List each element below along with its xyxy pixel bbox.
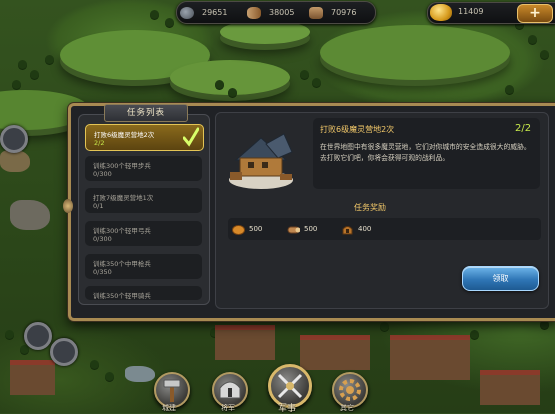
gold-bar: 11409 + [427, 2, 555, 24]
food-icon [180, 6, 194, 19]
task-progress: 0/1 [93, 202, 104, 210]
detail-title: 打败6级魔灵营地2次 [320, 125, 395, 134]
resource-food: 29651 [180, 5, 227, 20]
task-title: 训练350个中甲枪兵 [93, 260, 151, 268]
iron-icon [309, 6, 323, 19]
task-title: 训练300个轻甲弓兵 [93, 227, 151, 235]
reward-food: 500 [232, 222, 262, 236]
task-item-3[interactable]: 打败7级魔灵营地1次 0/1 [85, 188, 202, 213]
reward-helmet: 400 [341, 222, 371, 236]
helmet-icon [342, 225, 353, 234]
task-title: 打败6级魔灵营地2次 [94, 131, 155, 139]
task-item-2[interactable]: 训练300个轻甲步兵 0/300 [85, 156, 202, 181]
task-item-4[interactable]: 训练300个轻甲弓兵 0/300 [85, 221, 202, 246]
reward-food-value: 500 [249, 225, 263, 233]
reward-title: 任务奖励 [354, 203, 386, 212]
gear-icon [339, 379, 361, 401]
military-menu-label: 军事 [277, 404, 296, 414]
map-ring-marker[interactable] [24, 322, 52, 350]
reward-wood: 500 [287, 222, 317, 236]
demon-camp-icon [229, 133, 293, 189]
food-icon [232, 224, 245, 235]
crossed-swords-icon [277, 373, 303, 399]
resource-iron: 70976 [309, 5, 356, 20]
task-title: 训练350个轻甲骑兵 [93, 292, 151, 300]
task-item-6[interactable]: 训练350个轻甲骑兵 [85, 286, 202, 300]
hammer-icon [163, 379, 181, 402]
task-progress: 0/350 [93, 268, 112, 276]
detail-progress: 2/2 [515, 123, 532, 134]
task-item-5[interactable]: 训练350个中甲枪兵 0/350 [85, 254, 202, 279]
wood-icon [247, 6, 261, 19]
helmet-icon [219, 381, 241, 399]
wood-icon [287, 226, 300, 233]
task-title: 打败7级魔灵营地1次 [93, 194, 154, 202]
task-progress: 2/2 [94, 139, 105, 147]
build-menu-label: 城建 [162, 404, 176, 412]
buy-gold-button[interactable]: + [517, 4, 553, 23]
task-list-title: 任务列表 [104, 104, 188, 122]
dialog-knob-icon [63, 199, 73, 213]
task-title: 训练300个轻甲步兵 [93, 162, 151, 170]
map-ring-marker[interactable] [0, 125, 28, 153]
resource-wood-value: 38005 [269, 8, 295, 17]
task-item-1[interactable]: 打败6级魔灵营地2次 2/2 [85, 124, 204, 151]
resource-bar: 29651 38005 70976 [176, 1, 376, 24]
detail-description: 在世界地图中有很多魔灵营地，它们对你城市的安全造成很大的威胁。去打败它们吧，你将… [320, 143, 531, 162]
claim-reward-button[interactable]: 领取 [462, 266, 539, 291]
reward-row [228, 218, 541, 240]
map-ring-marker[interactable] [50, 338, 78, 366]
checkmark-icon [183, 127, 199, 147]
other-menu-label: 其它 [340, 404, 354, 412]
resource-iron-value: 70976 [331, 8, 357, 17]
reward-helmet-value: 400 [358, 225, 372, 233]
gold-value: 11409 [458, 7, 484, 16]
task-progress: 0/300 [93, 235, 112, 243]
task-progress: 0/300 [93, 170, 112, 178]
general-menu-label: 将军 [221, 404, 235, 412]
gold-coin-icon [430, 4, 452, 21]
resource-wood: 38005 [247, 5, 294, 20]
resource-food-value: 29651 [202, 8, 228, 17]
reward-wood-value: 500 [304, 225, 318, 233]
